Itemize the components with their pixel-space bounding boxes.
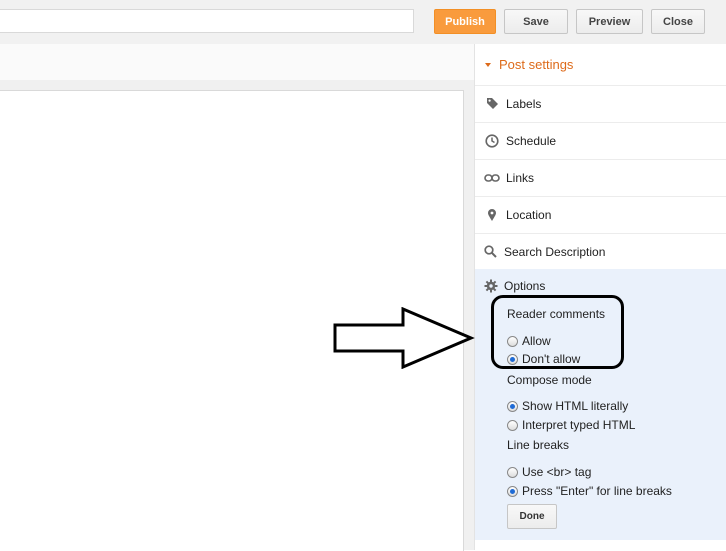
radio-label: Press "Enter" for line breaks [522,484,672,498]
sidebar-item-label: Links [506,170,535,185]
publish-button[interactable]: Publish [434,9,496,34]
radio-unchecked-icon[interactable] [507,466,518,478]
radio-unchecked-icon[interactable] [507,419,518,431]
gear-icon [484,279,498,293]
top-toolbar: Publish Save Preview Close [0,0,726,45]
compose-mode-title: Compose mode [507,373,592,387]
line-breaks-title: Line breaks [507,438,570,452]
post-settings-title: Post settings [499,57,574,72]
radio-checked-icon[interactable] [507,400,518,412]
radio-interpret-typed-html[interactable]: Interpret typed HTML [507,418,635,432]
caret-down-icon [485,62,491,67]
radio-label: Show HTML literally [522,399,629,413]
annotation-arrow-icon [333,307,475,369]
save-button[interactable]: Save [504,9,568,34]
map-pin-icon [484,207,500,223]
radio-label: Interpret typed HTML [522,418,636,432]
tag-icon [484,96,500,112]
radio-show-html-literally[interactable]: Show HTML literally [507,399,628,413]
preview-button[interactable]: Preview [576,9,643,34]
radio-use-br-tag[interactable]: Use <br> tag [507,465,591,479]
post-settings-header[interactable]: Post settings [475,44,726,86]
close-button[interactable]: Close [651,9,705,34]
post-title-input[interactable] [0,9,414,33]
search-icon [482,244,498,260]
editor-toolbar [0,44,474,81]
radio-press-enter-line-breaks[interactable]: Press "Enter" for line breaks [507,484,672,498]
done-button[interactable]: Done [507,504,557,529]
link-icon [484,170,500,186]
options-title: Options [504,279,546,293]
options-header[interactable]: Options [484,279,545,293]
sidebar-item-schedule[interactable]: Schedule [475,122,726,160]
sidebar-item-label: Labels [506,96,542,111]
sidebar-item-search-description[interactable]: Search Description [475,233,726,271]
sidebar-item-links[interactable]: Links [475,159,726,197]
sidebar-item-label: Location [506,207,552,222]
sidebar-item-label: Schedule [506,133,557,148]
radio-label: Use <br> tag [522,465,592,479]
annotation-highlight-box [491,295,624,369]
radio-checked-icon[interactable] [507,485,518,497]
sidebar-item-labels[interactable]: Labels [475,85,726,123]
sidebar-item-location[interactable]: Location [475,196,726,234]
clock-icon [484,133,500,149]
sidebar-item-label: Search Description [504,244,606,259]
